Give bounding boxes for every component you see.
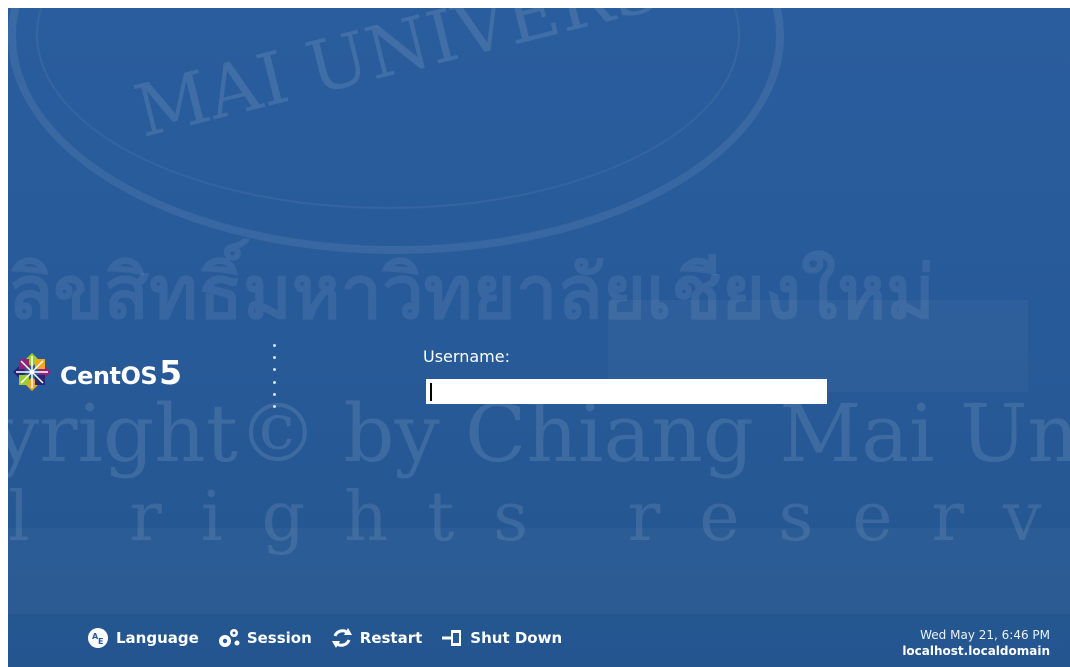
separator-dots (272, 344, 276, 408)
action-bar: A E Language Session Restart Shut Down (86, 626, 562, 650)
text-cursor (430, 383, 432, 401)
shutdown-icon (440, 626, 464, 650)
language-icon: A E (86, 626, 110, 650)
session-icon (217, 626, 241, 650)
watermark-seal (8, 8, 784, 254)
separator-dot (272, 344, 276, 347)
shut-down-label: Shut Down (470, 629, 563, 647)
restart-button[interactable]: Restart (330, 626, 423, 650)
separator-dot (272, 404, 276, 408)
login-screen: MAI UNIVERSITY ลิขสิทธิ์มหาวิทยาลัยเชียง… (8, 8, 1070, 667)
language-button[interactable]: A E Language (86, 626, 199, 650)
separator-dot (272, 356, 276, 360)
watermark-copyright-text: yright© by Chiang Mai University (8, 387, 1070, 480)
svg-text:E: E (98, 637, 103, 646)
brand-version: 5 (159, 352, 183, 392)
session-label: Session (246, 629, 312, 647)
status-area: Wed May 21, 6:46 PM localhost.localdomai… (902, 628, 1050, 658)
brand: CentOS 5 (60, 353, 182, 392)
separator-dot (272, 380, 276, 384)
session-button[interactable]: Session (217, 626, 312, 650)
centos-logo: CentOS 5 (12, 352, 182, 392)
restart-label: Restart (359, 629, 423, 647)
separator-dot (272, 392, 276, 396)
brand-name: CentOS (60, 361, 158, 390)
frame: MAI UNIVERSITY ลิขสิทธิ์มหาวิทยาลัยเชียง… (0, 0, 1070, 667)
watermark-university-text: MAI UNIVERSITY (126, 8, 789, 154)
shut-down-button[interactable]: Shut Down (440, 626, 562, 650)
language-label: Language (116, 629, 199, 647)
hostname: localhost.localdomain (902, 644, 1050, 658)
username-input[interactable] (426, 379, 827, 404)
separator-dot (272, 368, 276, 372)
username-label: Username: (423, 347, 510, 366)
datetime: Wed May 21, 6:46 PM (920, 628, 1050, 642)
background-block (8, 528, 1070, 614)
centos-logo-icon (13, 353, 51, 391)
restart-icon (330, 626, 354, 650)
watermark-seal-inner (36, 8, 740, 209)
